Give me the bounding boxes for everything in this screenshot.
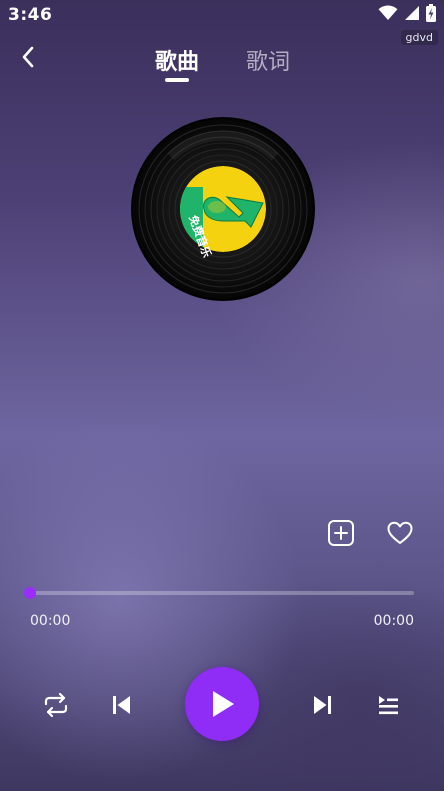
current-time: 00:00 — [30, 613, 71, 629]
device-tag: gdvd — [400, 30, 438, 45]
previous-track-button[interactable] — [105, 690, 137, 720]
repeat-button[interactable] — [40, 690, 72, 720]
playlist-icon — [379, 696, 398, 715]
add-square-icon — [328, 520, 354, 546]
vinyl-record: 免费音乐 — [131, 117, 315, 301]
progress-thumb[interactable] — [24, 587, 36, 599]
tab-song[interactable]: 歌曲 — [155, 44, 199, 76]
progress-slider[interactable] — [24, 587, 414, 599]
chevron-left-icon — [22, 46, 34, 68]
skip-next-icon — [314, 696, 331, 714]
back-button[interactable] — [14, 42, 44, 72]
status-icons — [378, 4, 436, 22]
playlist-button[interactable] — [372, 690, 404, 720]
skip-previous-icon — [113, 696, 130, 714]
tab-lyrics[interactable]: 歌词 — [246, 44, 290, 76]
wifi-icon — [378, 5, 398, 21]
battery-charging-icon — [426, 4, 436, 22]
play-button[interactable] — [185, 667, 259, 741]
favorite-button[interactable] — [385, 518, 415, 548]
cellular-signal-icon — [404, 5, 420, 21]
tab-indicator — [165, 78, 189, 82]
play-icon — [213, 691, 234, 717]
next-track-button[interactable] — [307, 690, 339, 720]
status-time: 3:46 — [8, 5, 53, 25]
heart-outline-icon — [387, 521, 413, 544]
add-to-playlist-button[interactable] — [326, 518, 356, 548]
repeat-icon — [44, 692, 68, 718]
total-time: 00:00 — [373, 613, 414, 629]
